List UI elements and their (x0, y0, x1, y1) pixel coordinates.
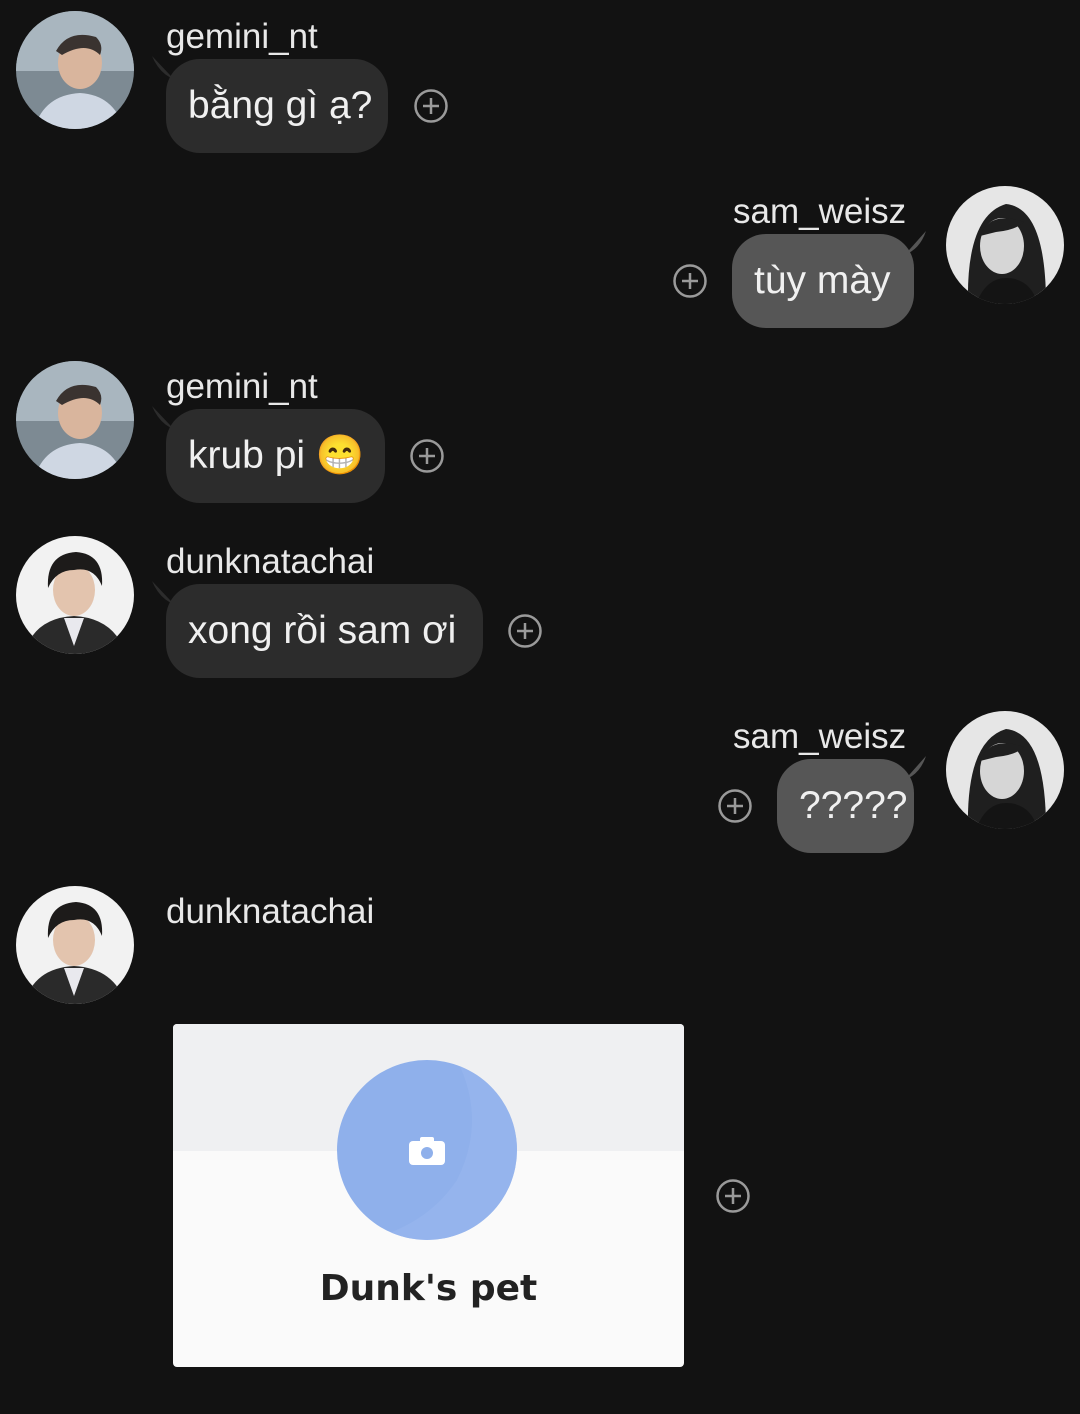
avatar-dunknatachai[interactable] (16, 886, 134, 1004)
message-bubble[interactable]: krub pi 😁 (166, 409, 385, 503)
sender-name: dunknatachai (166, 542, 375, 581)
add-reaction-icon[interactable] (507, 613, 543, 649)
message-bubble[interactable]: ????? (777, 759, 914, 853)
avatar-sam-weisz[interactable] (946, 711, 1064, 829)
sender-name: gemini_nt (166, 17, 318, 56)
add-reaction-icon[interactable] (717, 788, 753, 824)
add-reaction-icon[interactable] (715, 1178, 751, 1214)
card-title: Dunk's pet (319, 1268, 538, 1309)
message-bubble[interactable]: bằng gì ạ? (166, 59, 388, 153)
add-reaction-icon[interactable] (672, 263, 708, 299)
avatar-gemini-nt[interactable] (16, 361, 134, 479)
sender-name: sam_weisz (733, 717, 907, 756)
camera-icon (409, 1137, 445, 1165)
sender-name: gemini_nt (166, 367, 318, 406)
avatar-dunknatachai[interactable] (16, 536, 134, 654)
message-bubble[interactable]: xong rồi sam ơi (166, 584, 483, 678)
pet-card[interactable]: Dunk's pet (173, 1024, 684, 1367)
add-reaction-icon[interactable] (409, 438, 445, 474)
sender-name: dunknatachai (166, 892, 375, 931)
add-reaction-icon[interactable] (413, 88, 449, 124)
sender-name: sam_weisz (733, 192, 907, 231)
avatar-sam-weisz[interactable] (946, 186, 1064, 304)
card-image-placeholder (337, 1060, 517, 1240)
message-bubble[interactable]: tùy mày (732, 234, 914, 328)
avatar-gemini-nt[interactable] (16, 11, 134, 129)
